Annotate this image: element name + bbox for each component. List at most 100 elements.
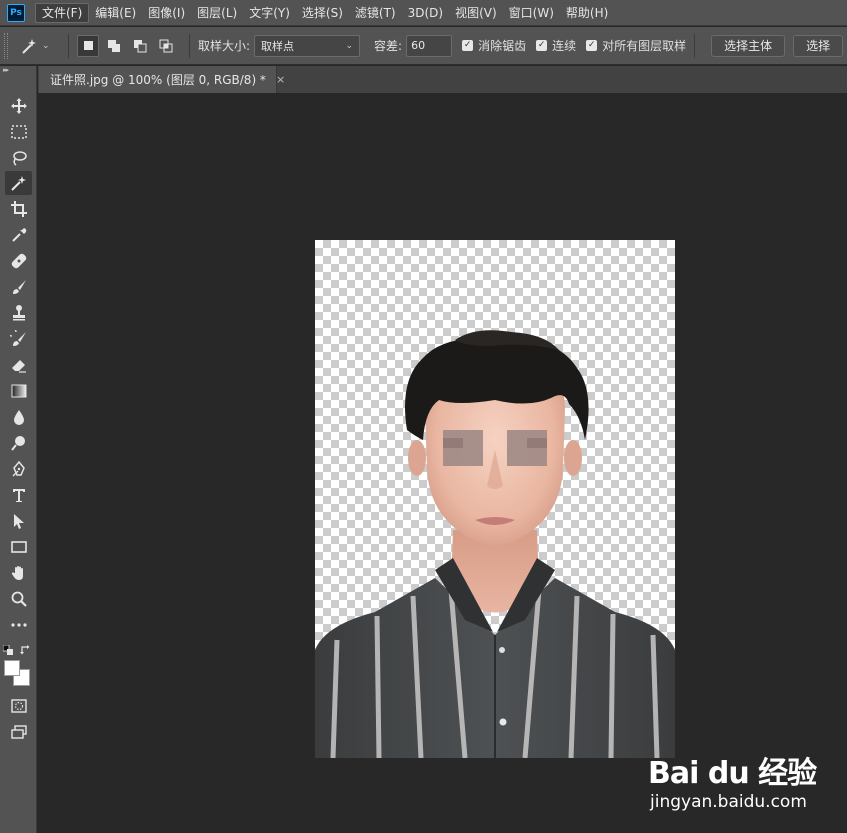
intersect-selection-icon (159, 39, 173, 52)
menu-window[interactable]: 窗口(W) (503, 3, 560, 23)
dodge-tool[interactable] (5, 431, 32, 455)
quick-mask-icon (10, 699, 27, 713)
sample-size-label: 取样大小: (198, 39, 251, 53)
menu-edit[interactable]: 编辑(E) (89, 3, 142, 23)
intersect-selection-button[interactable] (155, 35, 177, 57)
marquee-icon (10, 125, 27, 139)
select-and-mask-button[interactable]: 选择 (793, 34, 844, 57)
document-tab[interactable]: 证件照.jpg @ 100% (图层 0, RGB/8) * × (39, 66, 285, 93)
hand-tool[interactable] (5, 561, 32, 585)
canvas-area[interactable] (38, 93, 847, 833)
options-bar: ⌄ 取样大小: 取样点 ⌄ 容差: 60 ✓ 消除锯齿 ✓ 连续 ✓ 对所有图层… (0, 27, 847, 65)
document-tab-bar: 证件照.jpg @ 100% (图层 0, RGB/8) * × (38, 66, 847, 93)
tools-panel: ▸▸ (0, 66, 37, 833)
type-tool[interactable] (5, 483, 32, 507)
watermark-site: jingyan.baidu.com (650, 792, 807, 812)
default-colors-icon[interactable] (2, 644, 13, 655)
divider (68, 33, 69, 58)
history-brush-icon (9, 330, 26, 346)
pen-icon (12, 460, 25, 477)
menu-3d[interactable]: 3D(D) (402, 3, 449, 23)
history-brush-tool[interactable] (5, 327, 32, 351)
menu-image[interactable]: 图像(I) (142, 3, 191, 23)
menu-help[interactable]: 帮助(H) (560, 3, 614, 23)
edit-toolbar-button[interactable] (5, 613, 32, 637)
contiguous-label: 连续 (552, 39, 577, 53)
blur-icon (13, 410, 24, 425)
rectangle-tool[interactable] (5, 535, 32, 559)
menu-select[interactable]: 选择(S) (296, 3, 349, 23)
crop-tool[interactable] (5, 197, 32, 221)
menu-bar: Ps 文件(F) 编辑(E) 图像(I) 图层(L) 文字(Y) 选择(S) 滤… (0, 0, 847, 26)
type-icon (12, 489, 25, 502)
document-canvas[interactable] (315, 240, 675, 758)
menu-view[interactable]: 视图(V) (449, 3, 503, 23)
tool-preset-picker[interactable]: ⌄ (20, 37, 60, 55)
zoom-icon (11, 591, 27, 607)
watermark-brand: Bai du 经验 (648, 756, 817, 791)
marquee-tool[interactable] (5, 120, 32, 144)
tolerance-input[interactable]: 60 (406, 34, 453, 57)
new-selection-icon (83, 41, 93, 50)
contiguous-checkbox[interactable]: ✓ 连续 (536, 37, 576, 54)
dodge-icon (10, 436, 25, 451)
photoshop-logo-icon[interactable]: Ps (7, 3, 25, 22)
magic-wand-tool[interactable] (5, 171, 32, 195)
brush-icon (12, 280, 26, 294)
screen-mode-button[interactable] (5, 720, 32, 744)
select-subject-button[interactable]: 选择主体 (711, 34, 786, 57)
brush-tool[interactable] (5, 275, 32, 299)
portrait-photo (315, 330, 675, 758)
menu-filter[interactable]: 滤镜(T) (349, 3, 402, 23)
lasso-tool[interactable] (5, 146, 32, 170)
sample-size-select[interactable]: 取样点 ⌄ (254, 34, 361, 57)
hand-icon (11, 566, 23, 580)
antialias-checkbox[interactable]: ✓ 消除锯齿 (462, 37, 526, 54)
path-selection-tool[interactable] (5, 509, 32, 533)
menu-type[interactable]: 文字(Y) (243, 3, 296, 23)
tolerance-label: 容差: (374, 39, 403, 53)
checkmark-icon: ✓ (462, 40, 474, 51)
menu-file[interactable]: 文件(F) (35, 2, 90, 23)
foreground-color-swatch[interactable] (4, 660, 20, 676)
magic-wand-icon (10, 176, 26, 191)
clone-stamp-icon (12, 305, 25, 321)
healing-brush-icon (11, 253, 26, 269)
close-icon[interactable]: × (276, 73, 285, 86)
divider (694, 33, 696, 58)
chevron-down-icon: ⌄ (345, 40, 354, 51)
quick-mask-button[interactable] (5, 694, 32, 718)
collapse-panel-icon[interactable]: ▸▸ (0, 66, 36, 74)
healing-brush-tool[interactable] (5, 249, 32, 273)
checkmark-icon: ✓ (586, 40, 598, 51)
path-select-icon (13, 514, 24, 529)
options-bar-grip[interactable] (4, 32, 8, 59)
move-tool[interactable] (5, 94, 32, 118)
subtract-selection-button[interactable] (129, 35, 151, 57)
sample-size-value: 取样点 (261, 39, 295, 53)
baidu-jingyan-watermark: Bai du 经验 jingyan.baidu.com (648, 740, 838, 820)
gradient-tool[interactable] (5, 379, 32, 403)
zoom-tool[interactable] (5, 587, 32, 611)
menu-layer[interactable]: 图层(L) (191, 3, 243, 23)
subtract-selection-icon (134, 39, 147, 52)
more-tools-icon (10, 623, 27, 627)
screen-mode-icon (10, 725, 27, 739)
chevron-down-icon: ⌄ (42, 40, 50, 51)
antialias-label: 消除锯齿 (478, 39, 527, 53)
new-selection-button[interactable] (77, 34, 99, 57)
eyedropper-tool[interactable] (5, 223, 32, 247)
document-tab-title: 证件照.jpg @ 100% (图层 0, RGB/8) * (50, 73, 266, 87)
clone-stamp-tool[interactable] (5, 301, 32, 325)
sample-all-layers-label: 对所有图层取样 (602, 39, 687, 53)
add-selection-button[interactable] (103, 35, 125, 57)
blur-tool[interactable] (5, 405, 32, 429)
gradient-icon (11, 384, 26, 398)
eraser-tool[interactable] (5, 353, 32, 377)
rectangle-icon (10, 541, 27, 553)
sample-all-layers-checkbox[interactable]: ✓ 对所有图层取样 (586, 37, 686, 54)
checkmark-icon: ✓ (536, 40, 548, 51)
pen-tool[interactable] (5, 457, 32, 481)
crop-icon (10, 201, 27, 217)
swap-colors-icon[interactable] (20, 644, 31, 655)
